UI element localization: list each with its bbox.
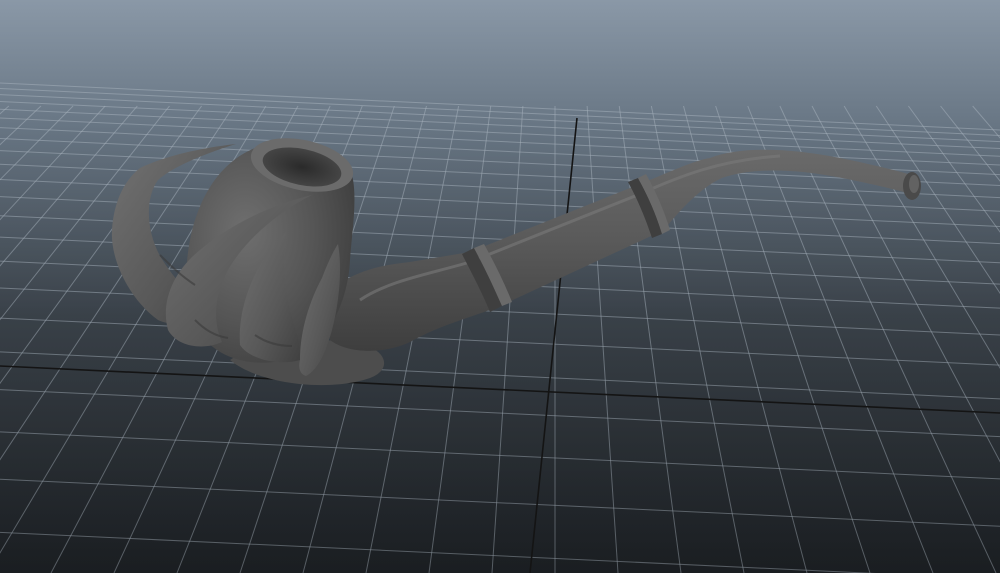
viewport-canvas[interactable] bbox=[0, 0, 1000, 573]
3d-viewport[interactable] bbox=[0, 0, 1000, 573]
mouthpiece-tip-highlight bbox=[909, 175, 919, 193]
